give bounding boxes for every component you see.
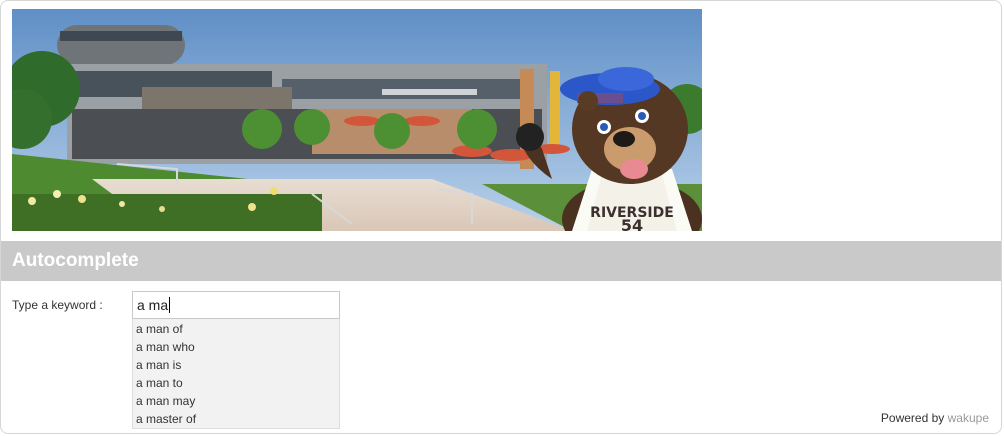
search-input-value: a ma <box>137 297 169 313</box>
keyword-label: Type a keyword : <box>12 298 103 312</box>
campus-banner-image: RIVERSIDE 54 <box>12 9 702 231</box>
suggestion-item[interactable]: a man of <box>133 320 339 338</box>
suggestion-item[interactable]: a man may <box>133 392 339 410</box>
section-header-bar: Autocomplete <box>1 241 1001 281</box>
powered-by-footer: Powered by wakupe <box>881 411 989 425</box>
suggestion-item[interactable]: a man is <box>133 356 339 374</box>
page-frame: RIVERSIDE 54 Autocomplete Type a keyword… <box>0 0 1002 434</box>
suggestion-item[interactable]: a master of <box>133 410 339 428</box>
suggestion-item[interactable]: a man to <box>133 374 339 392</box>
suggestion-item[interactable]: a man who <box>133 338 339 356</box>
wakupe-link[interactable]: wakupe <box>948 411 989 425</box>
autocomplete-suggestion-list: a man of a man who a man is a man to a m… <box>132 319 340 429</box>
section-title: Autocomplete <box>12 250 139 271</box>
mascot-jersey-number: 54 <box>621 216 643 231</box>
keyword-search-input[interactable]: a ma <box>132 291 340 319</box>
text-cursor <box>169 297 171 313</box>
powered-by-text: Powered by <box>880 411 945 425</box>
